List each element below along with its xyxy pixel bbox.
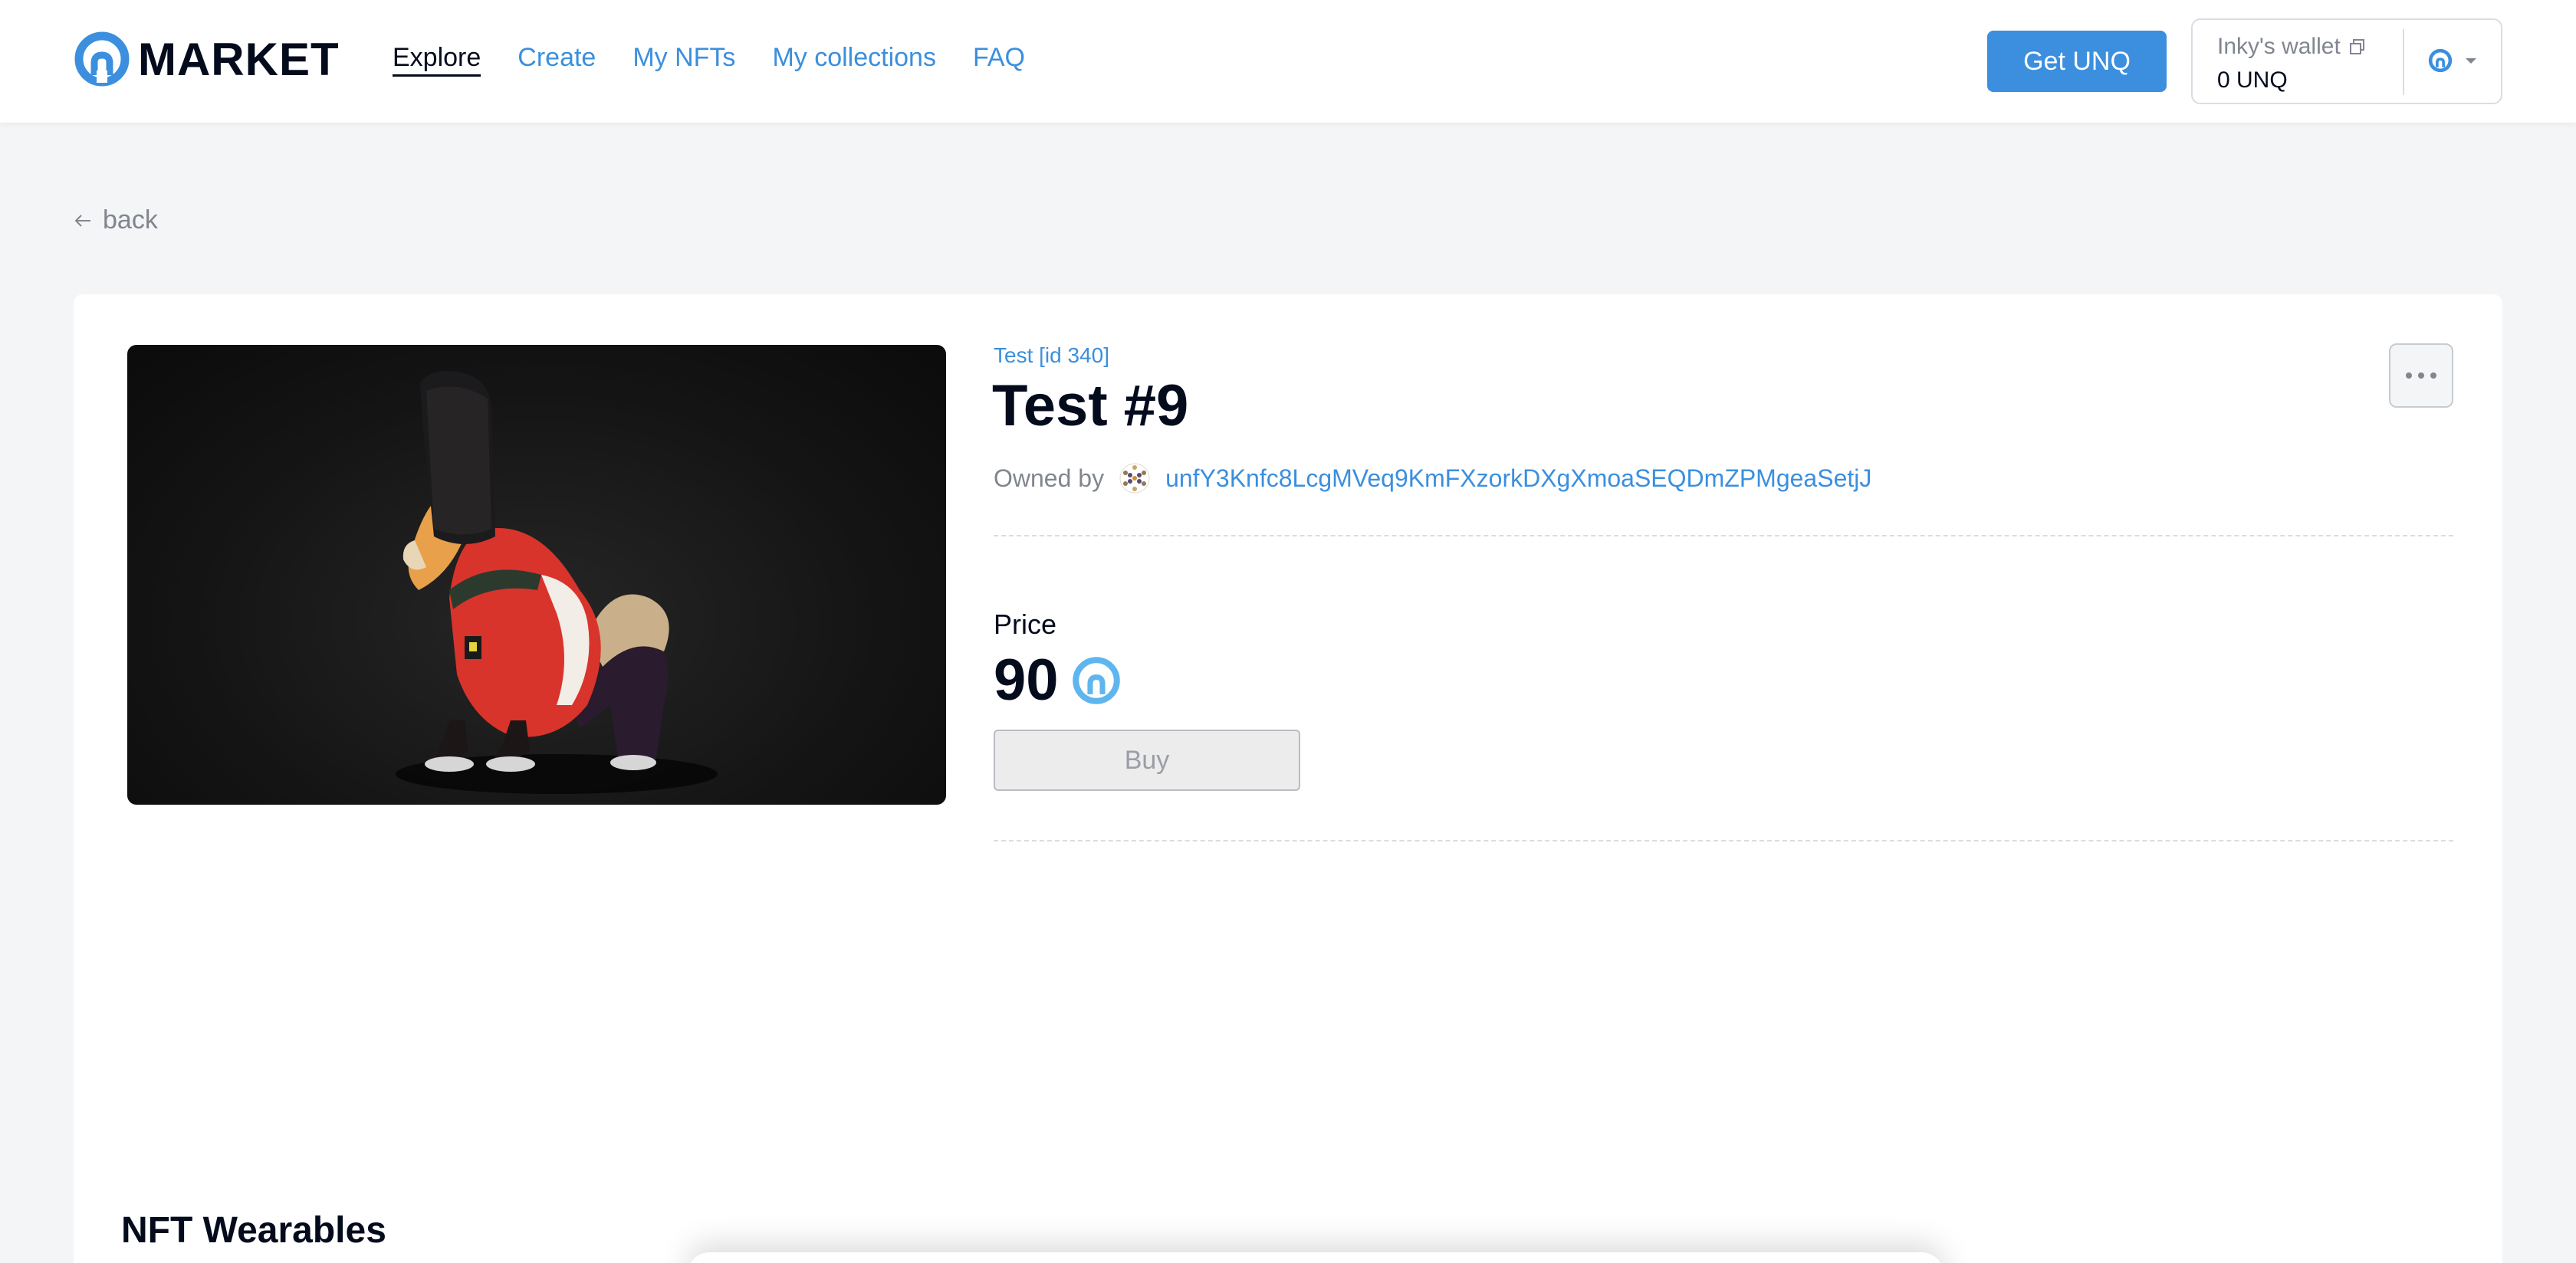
arrow-left-icon — [74, 214, 90, 227]
nav-explore[interactable]: Explore — [393, 43, 481, 77]
back-link[interactable]: back — [74, 205, 158, 235]
wallet-info: Inky's wallet 0 UNQ — [2217, 34, 2367, 93]
price-row: 90 — [994, 647, 1122, 714]
wallet-name: Inky's wallet — [2217, 34, 2341, 59]
section-title-nft-wearables: NFT Wearables — [121, 1210, 386, 1251]
owned-by-label: Owned by — [994, 464, 1105, 492]
logo-text: MARKET — [138, 33, 340, 85]
identicon-avatar — [1119, 463, 1150, 494]
divider — [994, 840, 2453, 841]
price-label: Price — [994, 609, 1057, 640]
back-label: back — [103, 205, 158, 235]
main-nav: Explore Create My NFTs My collections FA… — [393, 43, 1025, 77]
divider — [994, 535, 2453, 536]
nav-my-nfts[interactable]: My NFTs — [632, 43, 735, 77]
chevron-down-icon — [2466, 58, 2476, 64]
token-card: Test [id 340] Test #9 Owned by unfY3Knfc… — [74, 294, 2502, 1263]
wallet-selector[interactable]: Inky's wallet 0 UNQ — [2191, 18, 2502, 104]
nav-my-collections[interactable]: My collections — [772, 43, 936, 77]
nft-artwork — [396, 371, 718, 794]
wallet-divider — [2403, 29, 2404, 95]
token-title: Test #9 — [992, 373, 1189, 438]
collection-link[interactable]: Test [id 340] — [994, 343, 1109, 368]
market-logo[interactable]: MARKET — [74, 31, 340, 87]
more-icon-dot — [2418, 372, 2424, 379]
unique-network-icon — [2428, 48, 2453, 73]
more-icon-dot — [2406, 372, 2412, 379]
copy-icon[interactable] — [2348, 38, 2367, 56]
get-unq-button[interactable]: Get UNQ — [1987, 31, 2167, 92]
price-value: 90 — [994, 648, 1059, 713]
wallet-name-row: Inky's wallet — [2217, 34, 2367, 60]
wearables-panel-top — [687, 1252, 1944, 1263]
network-dropdown[interactable] — [2427, 48, 2478, 74]
nav-faq[interactable]: FAQ — [973, 43, 1025, 77]
buy-button[interactable]: Buy — [994, 730, 1300, 791]
more-icon-dot — [2430, 372, 2436, 379]
nav-create[interactable]: Create — [518, 43, 596, 77]
unq-coin-icon — [1072, 656, 1120, 704]
owner-address-link[interactable]: unfY3Knfc8LcgMVeq9KmFXzorkDXgXmoaSEQDmZP… — [1165, 464, 1871, 493]
owner-row: Owned by unfY3Knfc8LcgMVeq9KmFXzorkDXgXm… — [994, 463, 1871, 494]
nft-image[interactable] — [127, 345, 946, 805]
wallet-balance: 0 UNQ — [2217, 67, 2288, 93]
top-bar: MARKET Explore Create My NFTs My collect… — [0, 0, 2576, 123]
more-options-button[interactable] — [2389, 343, 2453, 408]
unique-logo-icon — [74, 31, 130, 87]
